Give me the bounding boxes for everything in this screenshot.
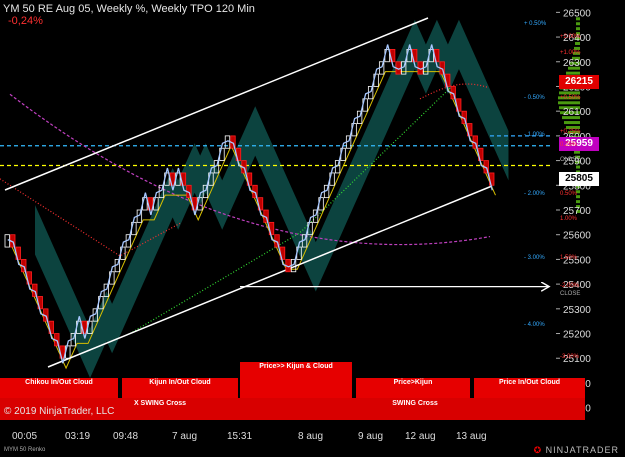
time-axis-label: 9 aug — [358, 431, 384, 442]
renko-brick — [4, 234, 10, 248]
time-axis-label: 12 aug — [405, 431, 436, 442]
ninja-icon: ✪ — [533, 445, 543, 455]
price-tick-label: 25200 — [563, 330, 591, 341]
price-tick-label: 25300 — [563, 305, 591, 316]
ichimoku-cloud — [35, 19, 509, 378]
price-tick-label: 26500 — [563, 8, 591, 19]
tpo-bar — [576, 200, 580, 204]
level-label: +2.00% — [560, 34, 581, 41]
price-box-current: 25805 — [559, 172, 599, 186]
tpo-bar — [576, 27, 580, 31]
time-axis-label: 03:19 — [65, 431, 91, 442]
signal-swing: SWING Cross — [392, 400, 438, 407]
instrument-label: MYM 50 Renko — [4, 447, 46, 453]
level-label: + 0.50% — [524, 20, 547, 27]
price-tick-label: 26100 — [563, 107, 591, 118]
level-label: 1.50% — [560, 255, 578, 262]
signal-x-swing: X SWING Cross — [133, 400, 187, 407]
time-axis-label: 15:31 — [227, 431, 253, 442]
time-axis-label: 00:05 — [12, 431, 38, 442]
level-label: - 1.00% — [524, 131, 545, 138]
level-label: 0.50% — [560, 191, 578, 198]
signal-price-kijun: Price>Kijun — [356, 378, 470, 398]
level-label: 0.25% — [560, 141, 578, 148]
price-box-upper: 26215 — [559, 75, 599, 89]
level-label: -2.00% — [560, 282, 580, 289]
level-label: CLOSE — [560, 291, 581, 298]
time-axis-label: 09:48 — [113, 431, 139, 442]
level-label: -3.00% — [560, 354, 580, 361]
channel-lower-line — [47, 185, 493, 368]
chart-title: YM 50 RE Aug 05, Weekly %, Weekly TPO 12… — [3, 3, 255, 15]
tpo-bar — [564, 121, 580, 125]
price-tick-label: 26300 — [563, 58, 591, 69]
level-label: CLOSE — [560, 156, 581, 163]
level-label: +1.00% — [560, 50, 581, 57]
magenta-curve — [9, 93, 491, 246]
ninjatrader-logo: ✪ NINJATRADER — [533, 445, 619, 455]
tpo-bar — [576, 22, 580, 26]
price-tick-label: 25600 — [563, 231, 591, 242]
level-label: - 3.00% — [524, 255, 545, 262]
signal-price-cloud: Price In/Out Cloud — [474, 378, 585, 398]
tpo-bar — [574, 150, 580, 154]
level-label: +0.25% — [560, 129, 581, 136]
tpo-bar — [558, 101, 580, 105]
level-label: - 2.00% — [524, 191, 545, 198]
time-axis-label: 13 aug — [456, 431, 487, 442]
weekly-change: -0,24% — [8, 15, 43, 27]
copyright: © 2019 NinjaTrader, LLC — [4, 406, 115, 417]
time-axis-label: 7 aug — [172, 431, 198, 442]
level-label: - 4.00% — [524, 322, 545, 329]
signal-chikou: Chikou In/Out Cloud — [0, 378, 118, 398]
cloud-band — [35, 19, 509, 378]
signal-price-kijun-cloud: Price>> Kijun & Cloud — [240, 362, 352, 398]
signal-kijun: Kijun In/Out Cloud — [122, 378, 238, 398]
level-label: - 0.50% — [524, 94, 545, 101]
axis-bg — [585, 0, 625, 420]
level-label: 1.00% — [560, 215, 578, 222]
level-label: +0.50% — [560, 94, 581, 101]
time-axis-label: 8 aug — [298, 431, 324, 442]
